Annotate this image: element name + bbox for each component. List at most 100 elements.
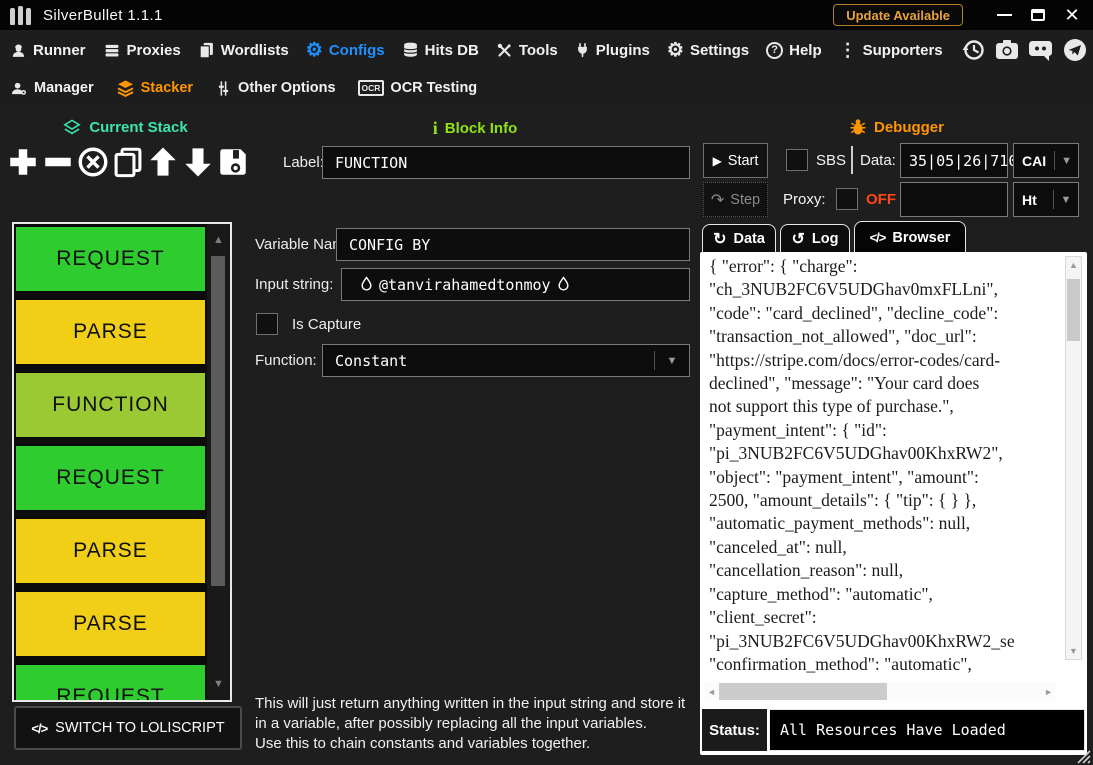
bug-icon [849, 118, 867, 136]
label-caption: Label: [283, 154, 324, 171]
remove-block-button[interactable] [41, 140, 75, 184]
gear-icon: ⚙ [667, 42, 684, 59]
submenu-item-manager[interactable]: Manager [10, 80, 94, 97]
add-block-button[interactable] [6, 140, 40, 184]
close-button[interactable]: ✕ [1055, 0, 1089, 30]
scrollbar-thumb[interactable] [1067, 279, 1080, 341]
chevron-down-icon: ▼ [655, 355, 689, 367]
status-row: Status: All Resources Have Loaded [702, 709, 1085, 751]
submenu-item-ocr-testing[interactable]: OCR OCR Testing [358, 80, 478, 96]
save-stack-button[interactable] [216, 140, 250, 184]
stack-toolbar [6, 140, 250, 184]
block-info-header: i Block Info [250, 118, 700, 139]
update-available-button[interactable]: Update Available [833, 4, 963, 26]
move-up-button[interactable] [146, 140, 180, 184]
input-string-input[interactable]: @tanvirahamedtonmoy [341, 268, 690, 301]
quick-action-icons [960, 37, 1088, 63]
minus-icon [41, 145, 75, 179]
sbs-checkbox[interactable] [786, 149, 808, 171]
submenu-item-stacker[interactable]: Stacker [116, 79, 193, 97]
switch-to-loliscript-button[interactable]: </> SWITCH TO LOLISCRIPT [14, 706, 242, 750]
telegram-button[interactable] [1062, 37, 1088, 63]
refresh-icon: ↻ [713, 229, 726, 249]
menu-item-help[interactable]: ? Help [766, 42, 822, 59]
sliders-icon [215, 80, 232, 97]
scroll-down-icon[interactable]: ▼ [207, 678, 230, 690]
stack-block-request[interactable]: REQUEST [15, 445, 206, 511]
proxy-checkbox[interactable] [836, 188, 858, 210]
history-button[interactable] [960, 37, 986, 63]
move-down-button[interactable] [181, 140, 215, 184]
start-button[interactable]: ▶ Start [703, 143, 768, 178]
duplicate-block-button[interactable] [111, 140, 145, 184]
database-icon [402, 41, 419, 59]
tab-data[interactable]: ↻ Data [702, 224, 776, 253]
proxy-input[interactable] [900, 182, 1008, 217]
maximize-button[interactable] [1021, 0, 1055, 30]
function-caption: Function: [255, 352, 317, 369]
scroll-right-icon[interactable]: ► [1044, 682, 1053, 701]
label-input[interactable]: FUNCTION [322, 146, 690, 179]
help-icon: ? [766, 42, 783, 59]
stack-block-parse[interactable]: PARSE [15, 518, 206, 584]
current-stack-header: Current Stack [0, 118, 250, 137]
scrollbar-thumb[interactable] [211, 256, 225, 586]
stack-scrollbar[interactable]: ▲ ▼ [207, 224, 230, 700]
configs-gear-icon: ⚙ [306, 42, 323, 59]
proxy-type-dropdown[interactable]: Ht ▼ [1013, 182, 1079, 217]
menu-item-hits-db[interactable]: Hits DB [402, 41, 479, 59]
stack-block-request[interactable]: REQUEST [15, 226, 206, 292]
runner-icon [10, 42, 27, 59]
browser-horizontal-scrollbar[interactable]: ◄ ► [705, 682, 1055, 701]
maximize-icon [1031, 9, 1045, 21]
droplet-icon [557, 276, 570, 293]
stack-panel: Current Stack REQUEST PARSE FUNCTION R [0, 106, 250, 765]
screenshot-button[interactable] [994, 37, 1020, 63]
discord-button[interactable] [1028, 37, 1054, 63]
scroll-left-icon[interactable]: ◄ [707, 682, 716, 701]
tab-log[interactable]: ↺ Log [780, 224, 850, 253]
submenu-item-other-options[interactable]: Other Options [215, 80, 335, 97]
browser-response-text: { "error": { "charge": "ch_3NUB2FC6V5UDG… [709, 255, 1054, 677]
is-capture-checkbox[interactable] [256, 313, 278, 335]
scrollbar-thumb[interactable] [719, 683, 887, 700]
dots-icon: ⋮ [839, 43, 857, 57]
data-type-dropdown[interactable]: CAI ▼ [1013, 143, 1079, 178]
resize-grip-icon[interactable] [1074, 750, 1091, 764]
telegram-icon [1063, 38, 1087, 62]
title-bar: SilverBullet 1.1.1 Update Available ✕ [0, 0, 1093, 30]
menu-item-wordlists[interactable]: Wordlists [198, 41, 289, 59]
debugger-panel: Debugger ▶ Start SBS Data: 35|05|26|710 … [700, 106, 1093, 765]
menu-item-runner[interactable]: Runner [10, 42, 86, 59]
menu-item-supporters[interactable]: ⋮ Supporters [839, 42, 943, 59]
menu-item-configs[interactable]: ⚙ Configs [306, 42, 385, 59]
minimize-icon [997, 14, 1012, 16]
stack-block-function-selected[interactable]: FUNCTION [15, 372, 206, 438]
menu-item-proxies[interactable]: Proxies [103, 42, 181, 59]
function-dropdown[interactable]: Constant ▼ [322, 344, 690, 377]
plug-icon [575, 41, 590, 59]
info-icon: i [433, 118, 438, 139]
tab-browser[interactable]: </> Browser [854, 221, 966, 253]
scroll-up-icon[interactable]: ▲ [207, 234, 230, 246]
chevron-down-icon: ▼ [1054, 194, 1078, 206]
camera-icon [995, 39, 1019, 61]
proxies-icon [103, 42, 121, 59]
minimize-button[interactable] [987, 0, 1021, 30]
manager-icon [10, 80, 28, 97]
step-button[interactable]: ↷ Step [703, 182, 768, 217]
stack-block-parse[interactable]: PARSE [15, 299, 206, 365]
menu-item-settings[interactable]: ⚙ Settings [667, 42, 749, 59]
browser-view: { "error": { "charge": "ch_3NUB2FC6V5UDG… [700, 252, 1087, 755]
function-description: This will just return anything written i… [255, 694, 697, 754]
scroll-down-icon[interactable]: ▼ [1066, 646, 1081, 656]
menu-item-plugins[interactable]: Plugins [575, 41, 650, 59]
variable-name-input[interactable]: CONFIG BY [336, 228, 690, 261]
stack-block-parse[interactable]: PARSE [15, 591, 206, 657]
menu-item-tools[interactable]: Tools [496, 42, 558, 59]
debug-data-input[interactable]: 35|05|26|710 [900, 143, 1008, 178]
clear-stack-button[interactable] [76, 140, 110, 184]
stack-block-request[interactable]: REQUEST [15, 664, 206, 702]
scroll-up-icon[interactable]: ▲ [1066, 260, 1081, 270]
browser-vertical-scrollbar[interactable]: ▲ ▼ [1065, 256, 1082, 660]
